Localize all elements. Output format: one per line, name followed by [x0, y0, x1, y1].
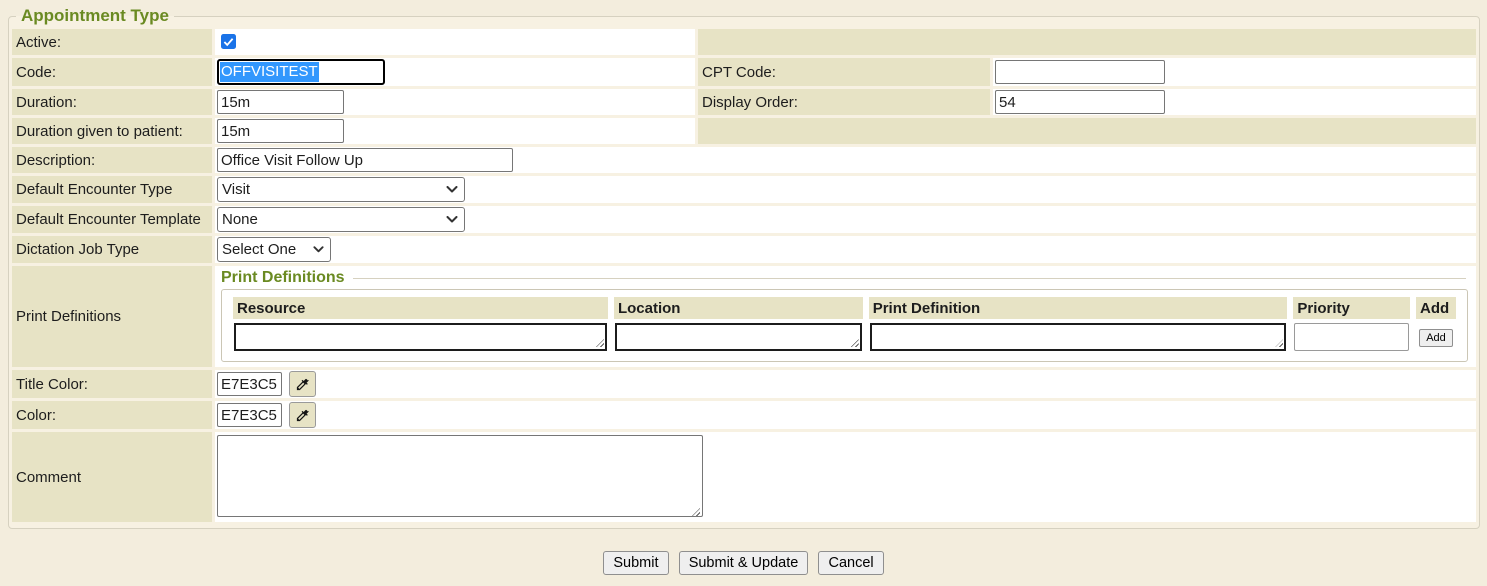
add-column-header: Add — [1416, 297, 1456, 319]
display-order-label: Display Order: — [698, 89, 990, 115]
row-duration-patient: Duration given to patient: — [12, 118, 1476, 144]
title-color-picker-button[interactable] — [289, 371, 316, 397]
chevron-down-icon — [313, 246, 324, 253]
encounter-template-label: Default Encounter Template — [12, 206, 212, 233]
display-order-input[interactable] — [995, 90, 1165, 114]
location-column-header: Location — [614, 297, 863, 319]
print-definitions-header-row: Resource Location Print Definition Prior… — [233, 297, 1456, 319]
duration-label: Duration: — [12, 89, 212, 115]
chevron-down-icon — [446, 186, 458, 193]
color-input[interactable] — [217, 403, 282, 427]
row-active: Active: — [12, 29, 1476, 55]
priority-input[interactable] — [1294, 323, 1409, 351]
dictation-job-type-selected: Select One — [222, 241, 296, 258]
row-encounter-type: Default Encounter Type Visit — [12, 176, 1476, 203]
print-definitions-box: Resource Location Print Definition Prior… — [221, 289, 1468, 362]
row-title-color: Title Color: — [12, 370, 1476, 398]
comment-label: Comment — [12, 432, 212, 522]
description-label: Description: — [12, 147, 212, 173]
filler-cell — [698, 118, 1476, 144]
encounter-type-label: Default Encounter Type — [12, 176, 212, 203]
row-code: Code: OFFVISITEST CPT Code: — [12, 58, 1476, 86]
encounter-template-select[interactable]: None — [217, 207, 465, 232]
duration-patient-label: Duration given to patient: — [12, 118, 212, 144]
cpt-code-input[interactable] — [995, 60, 1165, 84]
print-definitions-table: Resource Location Print Definition Prior… — [227, 294, 1462, 355]
priority-column-header: Priority — [1293, 297, 1410, 319]
comment-textarea[interactable] — [217, 435, 703, 517]
row-description: Description: — [12, 147, 1476, 173]
color-label: Color: — [12, 401, 212, 429]
print-definition-combo — [870, 323, 1287, 351]
code-selected-text: OFFVISITEST — [220, 62, 319, 82]
dictation-job-type-label: Dictation Job Type — [12, 236, 212, 263]
print-definitions-legend-row: Print Definitions — [221, 269, 1470, 287]
fieldset-rule — [353, 278, 1466, 279]
add-button[interactable]: Add — [1419, 329, 1453, 347]
row-encounter-template: Default Encounter Template None — [12, 206, 1476, 233]
print-definition-column-header: Print Definition — [869, 297, 1288, 319]
checkmark-icon — [223, 37, 234, 47]
print-definitions-label: Print Definitions — [12, 266, 212, 367]
appointment-type-fieldset: Appointment Type Active: Code: OFFVISITE… — [8, 6, 1480, 529]
resource-input[interactable] — [234, 323, 607, 351]
cpt-code-label: CPT Code: — [698, 58, 990, 86]
resource-column-header: Resource — [233, 297, 608, 319]
duration-patient-input[interactable] — [217, 119, 344, 143]
print-definition-input[interactable] — [870, 323, 1287, 351]
code-input[interactable]: OFFVISITEST — [217, 59, 385, 85]
color-picker-button[interactable] — [289, 402, 316, 428]
active-label: Active: — [12, 29, 212, 55]
eyedropper-icon — [295, 377, 310, 392]
filler-cell — [698, 29, 1476, 55]
appointment-type-form: Active: Code: OFFVISITEST CPT Code: — [9, 26, 1479, 525]
description-input[interactable] — [217, 148, 513, 172]
print-definitions-legend: Print Definitions — [221, 269, 345, 287]
encounter-type-select[interactable]: Visit — [217, 177, 465, 202]
encounter-template-selected: None — [222, 211, 258, 228]
location-combo — [615, 323, 862, 351]
title-color-label: Title Color: — [12, 370, 212, 398]
row-duration: Duration: Display Order: — [12, 89, 1476, 115]
print-definitions-input-row: Add — [233, 322, 1456, 352]
chevron-down-icon — [446, 216, 458, 223]
resource-combo — [234, 323, 607, 351]
eyedropper-icon — [295, 408, 310, 423]
form-actions: Submit Submit & Update Cancel — [0, 551, 1487, 575]
location-input[interactable] — [615, 323, 862, 351]
title-color-input[interactable] — [217, 372, 282, 396]
submit-button[interactable]: Submit — [603, 551, 668, 575]
code-label: Code: — [12, 58, 212, 86]
page-title: Appointment Type — [16, 6, 174, 26]
row-dictation-job-type: Dictation Job Type Select One — [12, 236, 1476, 263]
duration-input[interactable] — [217, 90, 344, 114]
submit-and-update-button[interactable]: Submit & Update — [679, 551, 809, 575]
dictation-job-type-select[interactable]: Select One — [217, 237, 331, 262]
active-checkbox[interactable] — [221, 34, 236, 49]
cancel-button[interactable]: Cancel — [818, 551, 883, 575]
row-comment: Comment — [12, 432, 1476, 522]
encounter-type-selected: Visit — [222, 181, 250, 198]
row-color: Color: — [12, 401, 1476, 429]
row-print-definitions: Print Definitions Print Definitions Reso… — [12, 266, 1476, 367]
